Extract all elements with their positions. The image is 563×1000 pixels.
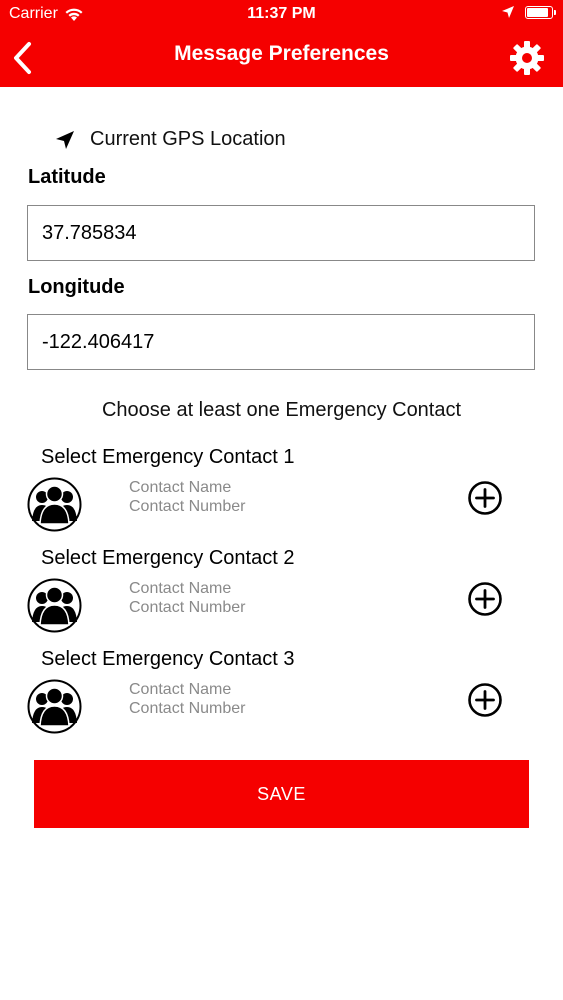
longitude-label: Longitude (28, 276, 125, 298)
battery-icon (525, 5, 556, 19)
latitude-label: Latitude (28, 166, 106, 188)
save-button[interactable]: SAVE (34, 760, 529, 828)
contact-3-name: Contact Name (129, 681, 232, 698)
contact-3-number: Contact Number (129, 700, 246, 717)
gps-location-label: Current GPS Location (90, 128, 286, 150)
gear-icon[interactable] (509, 40, 545, 76)
contact-1-title[interactable]: Select Emergency Contact 1 (41, 446, 294, 469)
contact-2-name: Contact Name (129, 580, 232, 597)
status-bar: Carrier 11:37 PM (0, 0, 563, 30)
navigation-arrow-icon (56, 130, 74, 149)
page-title: Message Preferences (174, 42, 389, 65)
latitude-input[interactable]: 37.785834 (27, 205, 535, 261)
status-time: 11:37 PM (247, 5, 316, 22)
group-avatar-icon (27, 578, 82, 633)
gps-location-row[interactable]: Current GPS Location (54, 128, 286, 151)
group-avatar-icon (27, 679, 82, 734)
longitude-input[interactable]: -122.406417 (27, 314, 535, 370)
plus-circle-icon[interactable] (467, 682, 503, 718)
contact-2-title[interactable]: Select Emergency Contact 2 (41, 547, 294, 570)
contact-2-number: Contact Number (129, 599, 246, 616)
group-avatar-icon (27, 477, 82, 532)
contact-3-title[interactable]: Select Emergency Contact 3 (41, 648, 294, 671)
contact-1-name: Contact Name (129, 479, 232, 496)
location-arrow-icon (502, 6, 514, 18)
header-bar: Carrier 11:37 PM Message Preferences (0, 0, 563, 87)
status-right-group (501, 5, 556, 19)
save-button-label: SAVE (257, 783, 306, 804)
contact-1-number: Contact Number (129, 498, 246, 515)
longitude-value: -122.406417 (42, 330, 155, 353)
emergency-contact-instruction: Choose at least one Emergency Contact (101, 399, 462, 421)
latitude-value: 37.785834 (42, 221, 137, 244)
plus-circle-icon[interactable] (467, 480, 503, 516)
plus-circle-icon[interactable] (467, 581, 503, 617)
